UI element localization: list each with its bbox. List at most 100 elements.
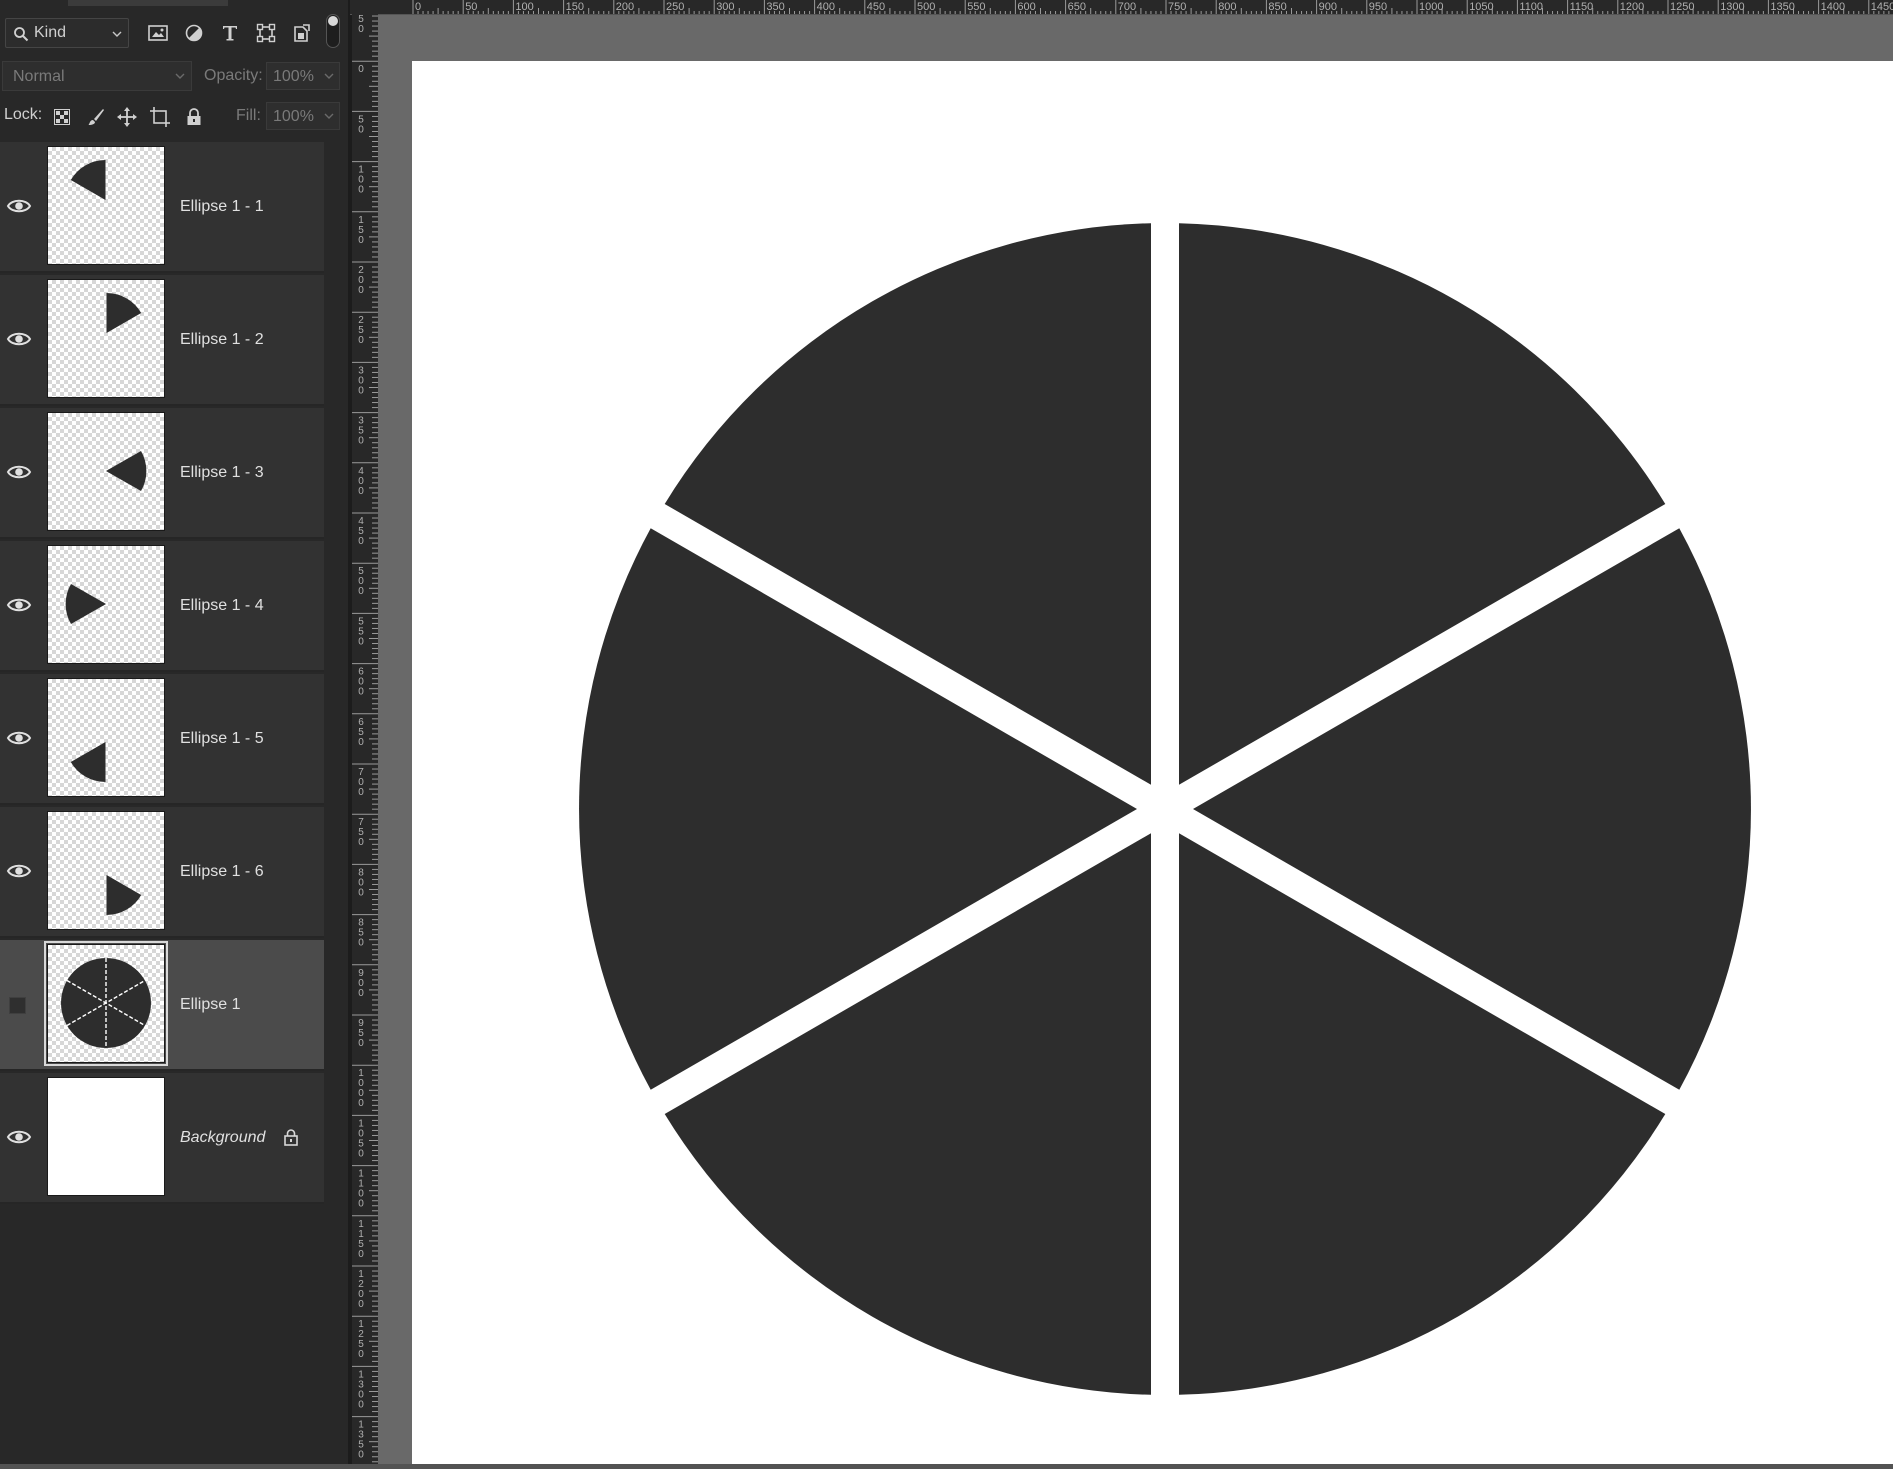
layer-thumbnail	[47, 1077, 165, 1196]
lock-all-icon[interactable]	[181, 104, 207, 130]
blend-mode-dropdown[interactable]: Normal	[2, 61, 192, 91]
lock-label: Lock:	[4, 106, 43, 123]
fill-value: 100%	[273, 108, 314, 125]
filter-toggle-switch[interactable]	[326, 14, 340, 48]
lock-image-pixels-icon[interactable]	[83, 104, 109, 130]
ruler-label: 100	[358, 165, 364, 196]
ruler-label: 1150	[358, 1219, 364, 1260]
layer-name: Ellipse 1 - 4	[180, 597, 264, 614]
ruler-label: 0	[358, 64, 364, 75]
chevron-down-icon	[112, 31, 122, 37]
ruler-label: 550	[967, 1, 985, 13]
ruler-label: 250	[358, 315, 364, 346]
ruler-label: 550	[358, 616, 364, 647]
layer-row[interactable]: Ellipse 1 - 5	[0, 674, 324, 805]
lock-artboard-icon[interactable]	[147, 104, 173, 130]
ruler-label: 650	[1068, 1, 1086, 13]
sliced-circle-artwork[interactable]	[412, 61, 1893, 1464]
layers-scrollbar[interactable]	[324, 140, 350, 1464]
ruler-label: 200	[358, 265, 364, 296]
layer-row[interactable]: Ellipse 1 - 4	[0, 541, 324, 672]
layer-thumbnail	[44, 941, 168, 1066]
chevron-down-icon[interactable]	[324, 113, 334, 119]
ruler-label: 1000	[358, 1068, 364, 1109]
ruler-label: 1300	[358, 1369, 364, 1410]
ruler-label: 150	[358, 215, 364, 246]
layer-thumbnail	[47, 412, 165, 531]
ruler-label: 400	[817, 1, 835, 13]
fill-field[interactable]: 100%	[266, 102, 340, 130]
layer-row[interactable]: Ellipse 1 - 1	[0, 142, 324, 273]
eye-icon[interactable]	[6, 462, 32, 482]
layer-name: Background	[180, 1129, 266, 1146]
horizontal-ruler[interactable]: 0 50 100 150 200 250 300 350 400 450 500 550 600 650 7…	[350, 0, 1893, 15]
fill-label: Fill:	[236, 107, 261, 124]
ruler-label: 800	[1218, 1, 1236, 13]
eye-icon[interactable]	[6, 1127, 32, 1147]
ruler-label: 900	[358, 968, 364, 999]
ruler-label: 250	[666, 1, 684, 13]
ruler-label: 650	[358, 717, 364, 748]
opacity-value: 100%	[273, 68, 314, 85]
layer-name: Ellipse 1	[180, 996, 241, 1013]
ruler-label: 1450	[1871, 1, 1893, 13]
ruler-label: 150	[566, 1, 584, 13]
ruler-label: 1150	[1570, 1, 1594, 13]
layer-row-selected[interactable]: Ellipse 1	[0, 940, 324, 1071]
ruler-label: 700	[358, 767, 364, 798]
image-filter-icon[interactable]	[144, 20, 172, 46]
layer-thumbnail	[47, 678, 165, 797]
eye-icon[interactable]	[6, 329, 32, 349]
panel-tab-strip	[68, 0, 228, 6]
chevron-down-icon	[175, 73, 185, 79]
layer-name: Ellipse 1 - 1	[180, 198, 264, 215]
layer-thumbnail	[47, 811, 165, 930]
layer-name: Ellipse 1 - 2	[180, 331, 264, 348]
eye-icon[interactable]	[6, 196, 32, 216]
ruler-label: 750	[1168, 1, 1186, 13]
opacity-field[interactable]: 100%	[266, 62, 340, 90]
ruler-label: 600	[1017, 1, 1035, 13]
type-filter-icon[interactable]	[216, 20, 244, 46]
eye-icon[interactable]	[6, 728, 32, 748]
ruler-label: 1050	[1469, 1, 1493, 13]
ruler-label: 50	[358, 14, 364, 35]
smart-object-filter-icon[interactable]	[288, 20, 316, 46]
search-icon	[14, 27, 29, 42]
layer-row[interactable]: Background	[0, 1073, 324, 1204]
ruler-label: 1350	[358, 1420, 364, 1461]
adjustment-filter-icon[interactable]	[180, 20, 208, 46]
ruler-label: 1350	[1770, 1, 1794, 13]
eye-icon[interactable]	[6, 595, 32, 615]
chevron-down-icon[interactable]	[324, 73, 334, 79]
ruler-label: 950	[1369, 1, 1387, 13]
ruler-label: 1200	[1620, 1, 1644, 13]
shape-filter-icon[interactable]	[252, 20, 280, 46]
ruler-label: 300	[716, 1, 734, 13]
layer-row[interactable]: Ellipse 1 - 3	[0, 408, 324, 539]
visibility-toggle-off[interactable]	[9, 997, 26, 1014]
layers-panel: Kind Normal Opacity: 100% Lock: Fill: 10…	[0, 0, 350, 1464]
ruler-label: 0	[415, 1, 421, 13]
vertical-ruler[interactable]: 5005010015020025030035040045050055060065…	[352, 10, 379, 1464]
ruler-label: 850	[358, 918, 364, 949]
kind-filter-dropdown[interactable]: Kind	[5, 18, 129, 48]
blend-mode-value: Normal	[13, 68, 65, 85]
layer-name: Ellipse 1 - 3	[180, 464, 264, 481]
ruler-label: 850	[1268, 1, 1286, 13]
document-canvas[interactable]	[412, 61, 1893, 1464]
layer-row[interactable]: Ellipse 1 - 2	[0, 275, 324, 406]
layer-name: Ellipse 1 - 5	[180, 730, 264, 747]
ruler-label: 1200	[358, 1269, 364, 1310]
ruler-label: 900	[1319, 1, 1337, 13]
lock-position-icon[interactable]	[114, 104, 140, 130]
eye-icon[interactable]	[6, 861, 32, 881]
lock-transparent-pixels-icon[interactable]	[49, 104, 75, 130]
ruler-label: 1300	[1720, 1, 1744, 13]
ruler-label: 100	[515, 1, 533, 13]
ruler-label: 600	[358, 667, 364, 698]
layer-row[interactable]: Ellipse 1 - 6	[0, 807, 324, 938]
ruler-label: 1250	[1670, 1, 1694, 13]
ruler-label: 50	[465, 1, 477, 13]
ruler-label: 1400	[1821, 1, 1845, 13]
